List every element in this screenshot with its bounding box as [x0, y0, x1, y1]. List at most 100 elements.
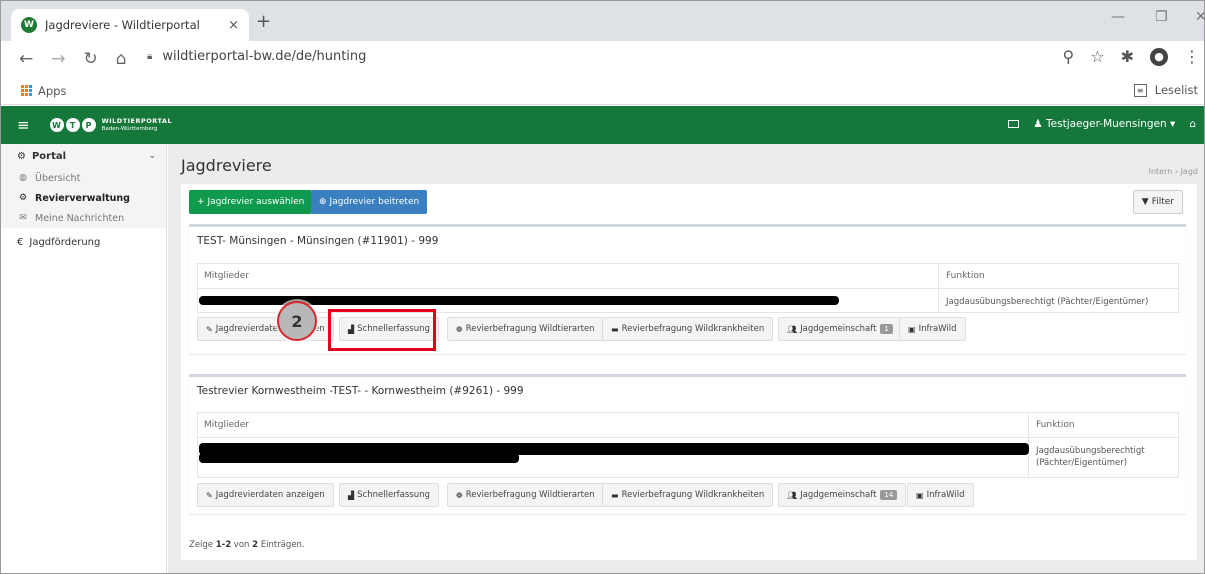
logo-title: WILDTIERPORTAL — [101, 117, 173, 125]
url-text: wildtierportal-bw.de/de/hunting — [162, 49, 367, 64]
infrawild-button[interactable]: ▣ InfraWild — [899, 317, 966, 341]
main-content: Jagdreviere Intern › Jagd + Jagdrevier a… — [168, 144, 1204, 573]
sidebar: ⚙ Portal ⌄ ◍ Übersicht ⚙ Revierverwaltun… — [1, 144, 167, 573]
pencil-icon: ✎ — [206, 490, 213, 500]
browser-window: W Jagdreviere - Wildtierportal × + — ❐ ✕… — [0, 0, 1205, 574]
breadcrumb[interactable]: Intern › Jagd — [1149, 167, 1198, 176]
jagdrevierdaten-button[interactable]: ✎ Jagdrevierdaten anzeigen — [197, 483, 334, 507]
back-icon[interactable]: ← — [19, 49, 33, 69]
select-revier-label: Jagdrevier auswählen — [207, 197, 305, 207]
function-column-header: Funktion — [1036, 420, 1075, 430]
footer-text: Zeige — [189, 540, 216, 550]
app-header: ≡ W T P WILDTIERPORTAL Baden-Württemberg… — [1, 106, 1204, 144]
reload-icon[interactable]: ↻ — [84, 49, 98, 69]
chart-area-icon: ▟ — [348, 490, 355, 500]
forward-icon[interactable]: → — [51, 49, 65, 69]
wildtierarten-button[interactable]: ❁ Revierbefragung Wildtierarten — [447, 317, 604, 341]
filter-button[interactable]: ▼ Filter — [1132, 190, 1183, 214]
dashboard-icon: ◍ — [19, 173, 27, 183]
mail-icon[interactable] — [1008, 120, 1020, 128]
tab-close-icon[interactable]: × — [228, 18, 239, 33]
euro-icon: € — [17, 236, 24, 248]
logo-circle-icon: T — [65, 118, 80, 132]
chevron-down-icon: ⌄ — [148, 151, 156, 161]
sidebar-section-label: Portal — [31, 150, 67, 162]
sidebar-item-revierverwaltung[interactable]: ⚙ Revierverwaltung — [1, 188, 166, 208]
user-menu[interactable]: ♟ Testjaeger-Muensingen ▾ — [1033, 118, 1175, 130]
home-nav-icon[interactable]: ⌂ — [1189, 118, 1196, 130]
plus-icon: + — [197, 197, 205, 207]
button-label: Jagdgemeinschaft — [800, 490, 877, 500]
member-count-badge: 14 — [880, 490, 898, 500]
revier-card: TEST- Münsingen - Münsingen (#11901) - 9… — [189, 224, 1186, 354]
infrawild-button[interactable]: ▣ InfraWild — [907, 483, 974, 507]
jagdgemeinschaft-button[interactable]: 👥︎ Jagdgemeinschaft 14 — [778, 483, 907, 507]
logo-circle-icon: W — [49, 118, 64, 132]
apps-shortcut[interactable]: Apps — [21, 84, 66, 98]
hamburger-menu-icon[interactable]: ≡ — [17, 116, 30, 134]
home-icon[interactable]: ⌂ — [116, 49, 127, 69]
pagination-summary: Zeige 1-2 von 2 Einträgen. — [189, 540, 305, 550]
members-table: Mitglieder Funktion Jagdausübungsberecht… — [197, 263, 1179, 313]
zoom-icon[interactable]: ⚲ — [1063, 47, 1075, 66]
new-tab-button[interactable]: + — [256, 11, 271, 32]
button-label: Revierbefragung Wildtierarten — [465, 490, 595, 500]
select-revier-button[interactable]: + Jagdrevier auswählen — [189, 190, 313, 214]
profile-avatar-icon[interactable]: ● — [1150, 47, 1168, 66]
join-revier-button[interactable]: ⊕ Jagdrevier beitreten — [311, 190, 428, 214]
reading-list-label: Leselist — [1154, 83, 1198, 97]
filter-icon: ▼ — [1141, 197, 1149, 207]
wildtierportal-logo[interactable]: W T P WILDTIERPORTAL Baden-Württemberg — [49, 117, 173, 133]
plus-circle-icon: ⊕ — [319, 197, 327, 207]
restore-icon[interactable]: ❐ — [1155, 9, 1168, 25]
sidebar-item-label: Jagdförderung — [29, 236, 101, 248]
reading-list[interactable]: ≡ Leselist — [1133, 83, 1198, 97]
logo-circle-icon: P — [81, 118, 96, 132]
minimize-icon[interactable]: — — [1111, 9, 1125, 25]
members-column-header: Mitglieder — [204, 420, 249, 430]
revier-title: Testrevier Kornwestheim -TEST- - Kornwes… — [197, 385, 524, 397]
users-icon: 👥︎ — [787, 324, 798, 334]
sidebar-item-uebersicht[interactable]: ◍ Übersicht — [1, 168, 166, 188]
redaction-bar — [199, 453, 519, 463]
jagdgemeinschaft-button[interactable]: 👥︎ Jagdgemeinschaft 1 — [778, 317, 902, 341]
address-bar[interactable]: 🔒︎ wildtierportal-bw.de/de/hunting — [147, 49, 366, 64]
bookmark-star-icon[interactable]: ☆ — [1090, 47, 1104, 66]
function-value: Jagdausübungsberechtigt (Pächter/Eigentüm… — [1036, 445, 1145, 469]
content-panel: + Jagdrevier auswählen ⊕ Jagdrevier beit… — [181, 184, 1197, 560]
highlight-box — [328, 309, 436, 351]
schnellerfassung-button[interactable]: ▟ Schnellerfassung — [339, 483, 439, 507]
briefcase-medical-icon: ▬ — [611, 490, 619, 500]
paw-icon: ❁ — [456, 490, 463, 500]
button-label: Jagdgemeinschaft — [800, 324, 877, 334]
sidebar-item-jagdfoerderung[interactable]: € Jagdförderung — [1, 228, 166, 256]
wildkrankheiten-button[interactable]: ▬ Revierbefragung Wildkrankheiten — [602, 483, 774, 507]
user-name: Testjaeger-Muensingen ▾ — [1046, 118, 1176, 130]
id-card-icon: ▣ — [916, 490, 924, 500]
browser-tab[interactable]: W Jagdreviere - Wildtierportal × — [11, 9, 249, 41]
close-window-icon[interactable]: ✕ — [1195, 9, 1204, 25]
footer-text: Einträgen. — [258, 540, 305, 550]
button-label: InfraWild — [926, 490, 965, 500]
bookmarks-bar: Apps ≡ Leselist — [1, 77, 1204, 105]
members-column-header: Mitglieder — [204, 271, 249, 281]
footer-range: 1-2 — [215, 540, 232, 550]
revier-title: TEST- Münsingen - Münsingen (#11901) - 9… — [197, 235, 439, 247]
page-title: Jagdreviere — [181, 156, 272, 175]
apps-label: Apps — [38, 83, 67, 98]
button-label: InfraWild — [918, 324, 957, 334]
briefcase-medical-icon: ▬ — [611, 324, 619, 334]
revier-card: Testrevier Kornwestheim -TEST- - Kornwes… — [189, 374, 1186, 514]
function-value-line: Jagdausübungsberechtigt — [1036, 446, 1145, 456]
envelope-icon: ✉ — [19, 213, 27, 223]
wildkrankheiten-button[interactable]: ▬ Revierbefragung Wildkrankheiten — [602, 317, 774, 341]
menu-dots-icon[interactable]: ⋮ — [1184, 47, 1200, 66]
sidebar-section-portal[interactable]: ⚙ Portal ⌄ — [1, 144, 166, 168]
sidebar-item-nachrichten[interactable]: ✉ Meine Nachrichten — [1, 208, 166, 228]
lock-icon: 🔒︎ — [147, 51, 153, 62]
tab-strip: W Jagdreviere - Wildtierportal × + — ❐ ✕ — [1, 1, 1204, 41]
extensions-icon[interactable]: ✱ — [1121, 47, 1134, 66]
wildtierarten-button[interactable]: ❁ Revierbefragung Wildtierarten — [447, 483, 604, 507]
id-card-icon: ▣ — [908, 324, 916, 334]
function-column-header: Funktion — [946, 271, 985, 281]
